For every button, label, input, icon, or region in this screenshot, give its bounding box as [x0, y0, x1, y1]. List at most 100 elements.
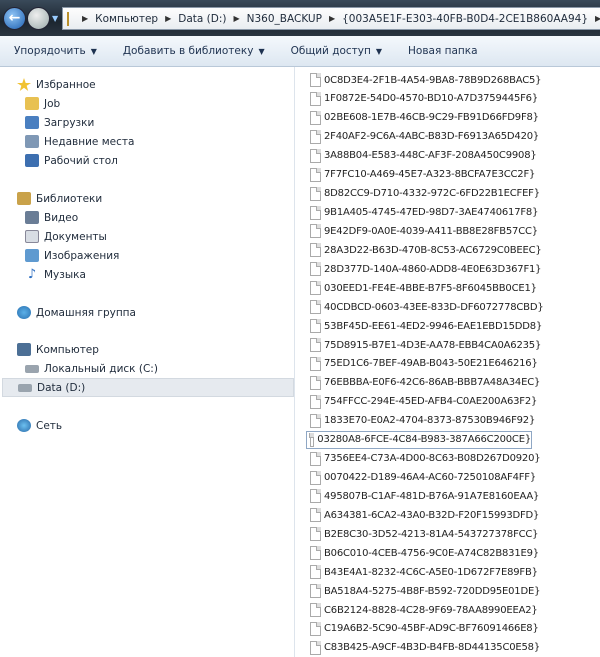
nav-label: Библиотеки [36, 192, 103, 205]
chevron-right-icon[interactable]: ▶ [329, 14, 335, 23]
chevron-down-icon: ▼ [90, 47, 97, 56]
file-name: B43E4A1-8232-4C6C-A5E0-1D672F7E89FB} [324, 566, 538, 578]
file-list: 0C8D3E4-2F1B-4A54-9BA8-78B9D268BAC5} 1F08… [296, 67, 600, 657]
breadcrumb-data-d[interactable]: Data (D:) [178, 13, 226, 25]
file-item[interactable]: 7F7FC10-A469-45E7-A323-8BCFA7E3CC2F} [310, 166, 535, 184]
file-name: 495807B-C1AF-481D-B76A-91A7E8160EAA} [324, 490, 540, 502]
file-icon [310, 413, 321, 428]
file-item[interactable]: 754FFCC-294E-45ED-AFB4-C0AE200A63F2} [310, 393, 537, 411]
breadcrumb-guid-folder[interactable]: {003A5E1F-E303-40FB-B0D4-2CE1B860AA94} [342, 13, 588, 25]
file-name: 9B1A405-4745-47ED-98D7-3AE4740617F8} [324, 207, 539, 218]
network-icon [17, 419, 31, 432]
nav-favorites[interactable]: Избранное [17, 75, 96, 94]
file-item[interactable]: 2F40AF2-9C6A-4ABC-B83D-F6913A65D420} [310, 128, 539, 146]
file-item[interactable]: B2E8C30-3D52-4213-81A4-543727378FCC} [310, 525, 539, 543]
file-item[interactable]: 030EED1-FE4E-4BBE-B7F5-8F6045BB0CE1} [310, 279, 537, 297]
nav-label: Локальный диск (C:) [44, 362, 158, 375]
file-item[interactable]: 7356EE4-C73A-4D00-8C63-B08D267D0920} [310, 450, 541, 468]
file-name: 8D82CC9-D710-4332-972C-6FD22B1ECFEF} [324, 188, 540, 200]
file-icon [310, 300, 321, 315]
file-icon [310, 129, 321, 144]
share-button[interactable]: Общий доступ ▼ [291, 45, 382, 57]
file-name: 75D8915-B7E1-4D3E-AA78-EBB4CA0A6235} [324, 339, 542, 351]
file-item[interactable]: 1F0872E-54D0-4570-BD10-A7D3759445F6} [310, 90, 538, 108]
file-item[interactable]: C19A6B2-5C90-45BF-AD9C-BF76091466E8} [310, 620, 539, 638]
file-name: 7F7FC10-A469-45E7-A323-8BCFA7E3CC2F} [324, 169, 536, 181]
nav-computer[interactable]: Компьютер [17, 340, 99, 359]
file-name: 75ED1C6-7BEF-49AB-B043-50E21E646216} [324, 358, 538, 370]
organize-button[interactable]: Упорядочить ▼ [14, 45, 97, 57]
file-item[interactable]: 9B1A405-4745-47ED-98D7-3AE4740617F8} [310, 204, 538, 222]
nav-item-desktop[interactable]: Рабочий стол [25, 151, 118, 170]
file-name: 0C8D3E4-2F1B-4A54-9BA8-78B9D268BAC5} [324, 74, 542, 86]
breadcrumb-computer[interactable]: Компьютер [95, 13, 158, 25]
file-item[interactable]: 02BE608-1E7B-46CB-9C29-FB91D66FD9F8} [310, 109, 539, 127]
video-icon [25, 211, 39, 224]
file-icon [310, 527, 321, 542]
new-folder-button[interactable]: Новая папка [408, 45, 478, 57]
file-item[interactable]: C6B2124-8828-4C28-9F69-78AA8990EEA2} [310, 601, 538, 619]
file-name: B2E8C30-3D52-4213-81A4-543727378FCC} [324, 528, 539, 540]
chevron-right-icon[interactable]: ▶ [595, 14, 600, 23]
file-name: 0070422-D189-46A4-AC60-7250108AF4FF} [324, 472, 536, 484]
file-item[interactable]: B06C010-4CEB-4756-9C0E-A74C82B831E9} [310, 544, 539, 562]
nav-item-downloads[interactable]: Загрузки [25, 113, 94, 132]
nav-item-pictures[interactable]: Изображения [25, 246, 119, 265]
file-icon [310, 224, 321, 239]
nav-label: Недавние места [44, 135, 135, 148]
nav-homegroup[interactable]: Домашняя группа [17, 303, 136, 322]
file-icon [310, 394, 321, 409]
nav-network[interactable]: Сеть [17, 416, 62, 435]
file-item[interactable]: C83B425-A9CF-4B3D-B4FB-8D44135C0E58} [310, 639, 540, 657]
file-icon [310, 375, 321, 390]
nav-libraries[interactable]: Библиотеки [17, 189, 102, 208]
file-item[interactable]: 495807B-C1AF-481D-B76A-91A7E8160EAA} [310, 487, 539, 505]
file-name: 030EED1-FE4E-4BBE-B7F5-8F6045BB0CE1} [324, 282, 537, 294]
nav-label: Сеть [36, 419, 63, 432]
add-to-library-button[interactable]: Добавить в библиотеку ▼ [123, 45, 265, 57]
nav-item-local-disk-c[interactable]: Локальный диск (C:) [25, 359, 158, 378]
nav-item-documents[interactable]: Документы [25, 227, 107, 246]
address-bar[interactable]: ▶ Компьютер ▶ Data (D:) ▶ N360_BACKUP ▶ … [62, 7, 600, 30]
chevron-right-icon[interactable]: ▶ [82, 14, 88, 23]
breadcrumb-n360-backup[interactable]: N360_BACKUP [247, 13, 322, 25]
star-icon [17, 78, 31, 91]
file-item[interactable]: 28D377D-140A-4860-ADD8-4E0E63D367F1} [310, 260, 542, 278]
nav-item-recent-places[interactable]: Недавние места [25, 132, 134, 151]
file-item[interactable]: 76EBBBA-E0F6-42C6-86AB-BBB7A48A34EC} [310, 374, 540, 392]
file-item[interactable]: A634381-6CA2-43A0-B32D-F20F15993DFD} [310, 506, 539, 524]
nav-item-job[interactable]: Job [25, 94, 60, 113]
file-item[interactable]: 0C8D3E4-2F1B-4A54-9BA8-78B9D268BAC5} [310, 71, 542, 89]
forward-button[interactable] [27, 7, 50, 30]
file-item[interactable]: 75D8915-B7E1-4D3E-AA78-EBB4CA0A6235} [310, 336, 541, 354]
nav-label: Документы [44, 230, 107, 243]
recent-pages-dropdown-icon[interactable]: ▼ [52, 14, 58, 23]
file-item[interactable]: 8D82CC9-D710-4332-972C-6FD22B1ECFEF} [310, 185, 540, 203]
nav-item-data-d[interactable]: Data (D:) [2, 378, 294, 397]
file-icon [310, 338, 321, 353]
file-item[interactable]: 0070422-D189-46A4-AC60-7250108AF4FF} [310, 469, 536, 487]
file-item[interactable]: 03280A8-6FCE-4C84-B983-387A66C200CE} [306, 430, 532, 449]
file-item[interactable]: 28A3D22-B63D-470B-8C53-AC6729C0BEEC} [310, 241, 542, 259]
file-item[interactable]: BA518A4-5275-4B8F-B592-720DD95E01DE} [310, 582, 540, 600]
chevron-right-icon[interactable]: ▶ [233, 14, 239, 23]
file-item[interactable]: 40CDBCD-0603-43EE-833D-DF6072778CBD} [310, 298, 544, 316]
file-item[interactable]: B43E4A1-8232-4C6C-A5E0-1D672F7E89FB} [310, 563, 538, 581]
file-name: C83B425-A9CF-4B3D-B4FB-8D44135C0E58} [324, 642, 540, 654]
back-button[interactable]: ← [3, 7, 26, 30]
nav-item-music[interactable]: ♪ Музыка [25, 265, 86, 284]
chevron-right-icon[interactable]: ▶ [165, 14, 171, 23]
libraries-icon [17, 192, 31, 205]
file-item[interactable]: 9E42DF9-0A0E-4039-A411-BB8E28FB57CC} [310, 222, 538, 240]
address-area: ← ▼ ▶ Компьютер ▶ Data (D:) ▶ N360_BACKU… [0, 0, 600, 36]
file-item[interactable]: 75ED1C6-7BEF-49AB-B043-50E21E646216} [310, 355, 538, 373]
command-bar: Упорядочить ▼ Добавить в библиотеку ▼ Общи… [0, 36, 600, 67]
file-icon [310, 565, 321, 580]
file-name: 754FFCC-294E-45ED-AFB4-C0AE200A63F2} [324, 396, 538, 408]
file-item[interactable]: 1833E70-E0A2-4704-8373-87530B946F92} [310, 412, 535, 430]
file-item[interactable]: 3A88B04-E583-448C-AF3F-208A450C9908} [310, 147, 537, 165]
nav-label: Компьютер [36, 343, 99, 356]
file-item[interactable]: 53BF45D-EE61-4ED2-9946-EAE1EBD15DD8} [310, 317, 542, 335]
nav-item-video[interactable]: Видео [25, 208, 78, 227]
folder-icon [67, 11, 69, 26]
